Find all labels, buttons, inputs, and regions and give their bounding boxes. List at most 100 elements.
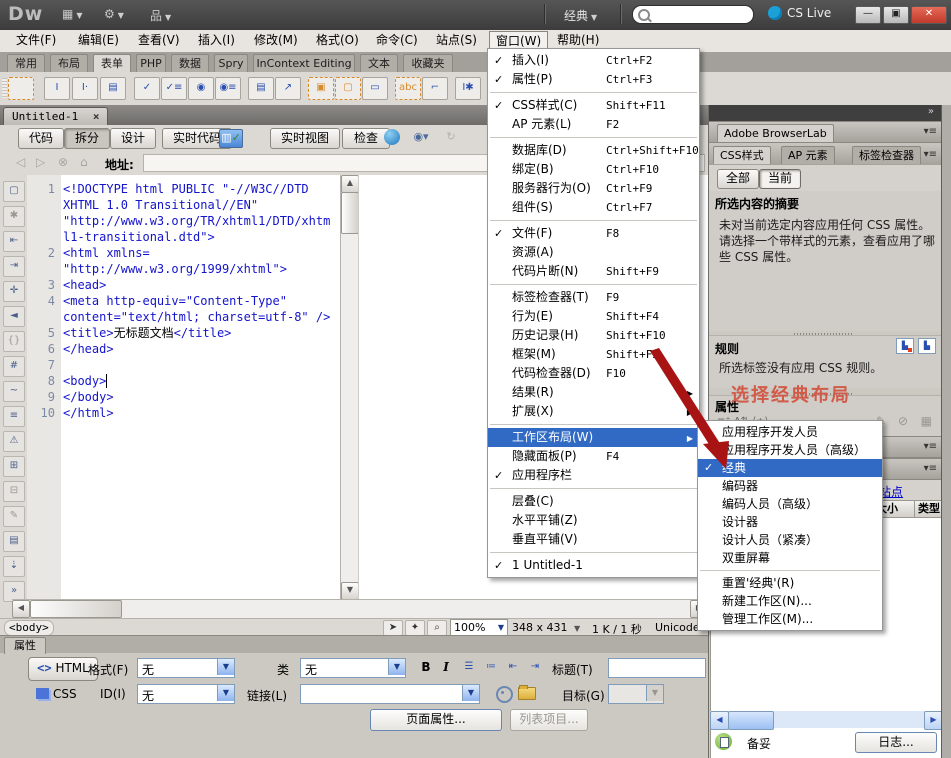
forward-icon[interactable]: ▷ xyxy=(36,155,45,169)
scroll-left-icon[interactable]: ◀ xyxy=(710,711,729,730)
workspace-item-应用程序开发人员[interactable]: 应用程序开发人员 xyxy=(698,423,882,441)
scroll-thumb[interactable] xyxy=(728,711,774,730)
jump-menu-icon[interactable]: ↗ xyxy=(275,77,301,100)
image-field-icon[interactable]: ▣ xyxy=(308,77,334,100)
workspace-item-应用程序开发人员（高级）[interactable]: 应用程序开发人员（高级） xyxy=(698,441,882,459)
radio-button-icon[interactable]: ◉ xyxy=(188,77,214,100)
code-view-button[interactable]: 代码 xyxy=(18,128,64,149)
scroll-down-icon[interactable]: ▼ xyxy=(341,582,359,600)
select-parent-tag-icon[interactable]: ◄ xyxy=(3,306,25,327)
panel-menu-icon[interactable]: ▾≡ xyxy=(924,149,937,160)
window-menu-item-服务器行为(O)[interactable]: 服务器行为(O)Ctrl+F9 xyxy=(488,179,699,198)
live-data-icon[interactable]: ▥✓ xyxy=(219,129,243,148)
zoom-level-select[interactable]: 100%▼ xyxy=(450,619,508,636)
file-field-icon[interactable]: ▢ xyxy=(335,77,361,100)
tab-tag-inspector[interactable]: 标签检查器 xyxy=(852,146,921,164)
menubar-item-编辑(E)[interactable]: 编辑(E) xyxy=(72,31,125,50)
code-editor[interactable]: 1<!DOCTYPE html PUBLIC "-//W3C//DTDXHTML… xyxy=(27,175,340,605)
workspace-item-编码器[interactable]: 编码器 xyxy=(698,477,882,495)
bold-button[interactable]: B xyxy=(418,659,434,675)
window-menu-item-应用程序栏[interactable]: ✓应用程序栏 xyxy=(488,466,699,485)
remove-comment-icon[interactable]: ⊟ xyxy=(3,481,25,502)
window-menu-item-历史记录(H)[interactable]: 历史记录(H)Shift+F10 xyxy=(488,326,699,345)
search-input[interactable] xyxy=(632,5,754,24)
insert-tab-Spry[interactable]: Spry xyxy=(214,54,248,72)
insert-tab-InContext Editing[interactable]: InContext Editing xyxy=(253,54,355,72)
snippets-icon[interactable]: ✱ xyxy=(3,206,25,227)
collapse-to-icons-icon[interactable]: » xyxy=(928,106,934,117)
preview-browser-icon[interactable] xyxy=(384,129,400,145)
apply-comment-icon[interactable]: ⊞ xyxy=(3,456,25,477)
css-current-button[interactable]: 当前 xyxy=(759,169,801,189)
page-properties-button[interactable]: 页面属性... xyxy=(370,709,502,731)
insert-tab-PHP[interactable]: PHP xyxy=(136,54,166,72)
layout-switcher-icon[interactable]: ▦▼ xyxy=(62,7,83,23)
panel-menu-icon[interactable]: ▾≡ xyxy=(924,463,937,474)
fieldset-icon[interactable]: ⌐ xyxy=(422,77,448,100)
point-to-file-icon[interactable] xyxy=(496,686,513,703)
panel-menu-icon[interactable]: ▾≡ xyxy=(924,441,937,452)
insert-tab-表单[interactable]: 表单 xyxy=(93,54,131,73)
menubar-item-修改(M)[interactable]: 修改(M) xyxy=(248,31,304,50)
workspace-item-管理工作区(M)...[interactable]: 管理工作区(M)... xyxy=(698,610,882,628)
ordered-list-icon[interactable]: ≔ xyxy=(482,659,500,675)
menubar-item-命令(C)[interactable]: 命令(C) xyxy=(370,31,424,50)
window-menu-item-工作区布局(W)[interactable]: 工作区布局(W)▶ xyxy=(488,428,699,447)
log-button[interactable]: 日志... xyxy=(855,732,937,753)
class-select[interactable]: 无▼ xyxy=(300,658,406,678)
tab-ap-elements[interactable]: AP 元素 xyxy=(781,146,835,164)
menubar-item-文件(F)[interactable]: 文件(F) xyxy=(10,31,62,50)
workspace-item-双重屏幕[interactable]: 双重屏幕 xyxy=(698,549,882,567)
line-numbers-icon[interactable]: # xyxy=(3,356,25,377)
recent-snippets-icon[interactable]: ▤ xyxy=(3,531,25,552)
window-menu-item-行为(E)[interactable]: 行为(E)Shift+F4 xyxy=(488,307,699,326)
window-menu-item-框架(M)[interactable]: 框架(M)Shift+F2 xyxy=(488,345,699,364)
workspace-item-新建工作区(N)...[interactable]: 新建工作区(N)... xyxy=(698,592,882,610)
highlight-invalid-icon[interactable]: ~ xyxy=(3,381,25,402)
window-menu-item-AP 元素(L)[interactable]: AP 元素(L)F2 xyxy=(488,115,699,134)
delete-rule-icon[interactable]: ▦ xyxy=(921,414,932,428)
collapse-selection-icon[interactable]: ⇥ xyxy=(3,256,25,277)
panel-edge-strip[interactable] xyxy=(941,105,951,758)
panel-menu-icon[interactable]: ▾≡ xyxy=(924,126,937,137)
balance-braces-icon[interactable]: {} xyxy=(3,331,25,352)
insert-tab-收藏夹[interactable]: 收藏夹 xyxy=(403,54,453,72)
form-icon[interactable] xyxy=(8,77,34,100)
workspace-switcher[interactable]: 经典▼ xyxy=(558,5,603,27)
insert-tab-布局[interactable]: 布局 xyxy=(50,54,88,72)
window-menu-item-资源(A)[interactable]: 资源(A) xyxy=(488,243,699,262)
word-wrap-icon[interactable]: ≡ xyxy=(3,406,25,427)
menubar-item-插入(I)[interactable]: 插入(I) xyxy=(192,31,241,50)
scroll-left-icon[interactable]: ◀ xyxy=(12,600,30,618)
show-cascade-icon[interactable]: ▙ xyxy=(896,338,914,354)
files-horizontal-scrollbar[interactable]: ◀ ▶ xyxy=(710,711,941,728)
insert-tab-数据[interactable]: 数据 xyxy=(171,54,209,72)
refresh-icon[interactable]: ↻ xyxy=(442,129,460,146)
workspace-item-经典[interactable]: ✓经典 xyxy=(698,459,882,477)
tab-css-styles[interactable]: CSS样式 xyxy=(713,146,771,164)
collapse-full-tag-icon[interactable]: ⇤ xyxy=(3,231,25,252)
pointer-tool-icon[interactable]: ➤ xyxy=(383,620,403,636)
insert-tab-文本[interactable]: 文本 xyxy=(360,54,398,72)
back-icon[interactable]: ◁ xyxy=(16,155,25,169)
window-menu-item-水平平铺(Z)[interactable]: 水平平铺(Z) xyxy=(488,511,699,530)
workspace-item-设计器[interactable]: 设计器 xyxy=(698,513,882,531)
site-sync-icon[interactable]: 品▼ xyxy=(150,7,171,23)
visual-aids-eye-icon[interactable]: ◉▾ xyxy=(410,129,432,146)
link-combo[interactable]: ▼ xyxy=(300,684,480,704)
radio-group-icon[interactable]: ◉≡ xyxy=(215,77,241,100)
unordered-list-icon[interactable]: ☰ xyxy=(460,659,478,675)
window-menu-item-扩展(X)[interactable]: 扩展(X)▶ xyxy=(488,402,699,421)
window-menu-item-属性(P)[interactable]: ✓属性(P)Ctrl+F3 xyxy=(488,70,699,89)
disable-property-icon[interactable]: ⊘ xyxy=(898,414,908,428)
document-tab[interactable]: Untitled-1 × xyxy=(3,107,108,126)
window-menu-item-垂直平铺(V)[interactable]: 垂直平铺(V) xyxy=(488,530,699,549)
syntax-error-alert-icon[interactable]: ⚠ xyxy=(3,431,25,452)
id-select[interactable]: 无▼ xyxy=(137,684,235,704)
workspace-item-重置'经典'(R)[interactable]: 重置'经典'(R) xyxy=(698,574,882,592)
tag-selector-body[interactable]: <body> xyxy=(4,620,54,636)
scroll-thumb[interactable] xyxy=(341,192,359,234)
live-view-button[interactable]: 实时视图 xyxy=(270,128,340,149)
stop-icon[interactable]: ⊗ xyxy=(58,155,68,169)
workspace-item-编码人员（高级）[interactable]: 编码人员（高级） xyxy=(698,495,882,513)
